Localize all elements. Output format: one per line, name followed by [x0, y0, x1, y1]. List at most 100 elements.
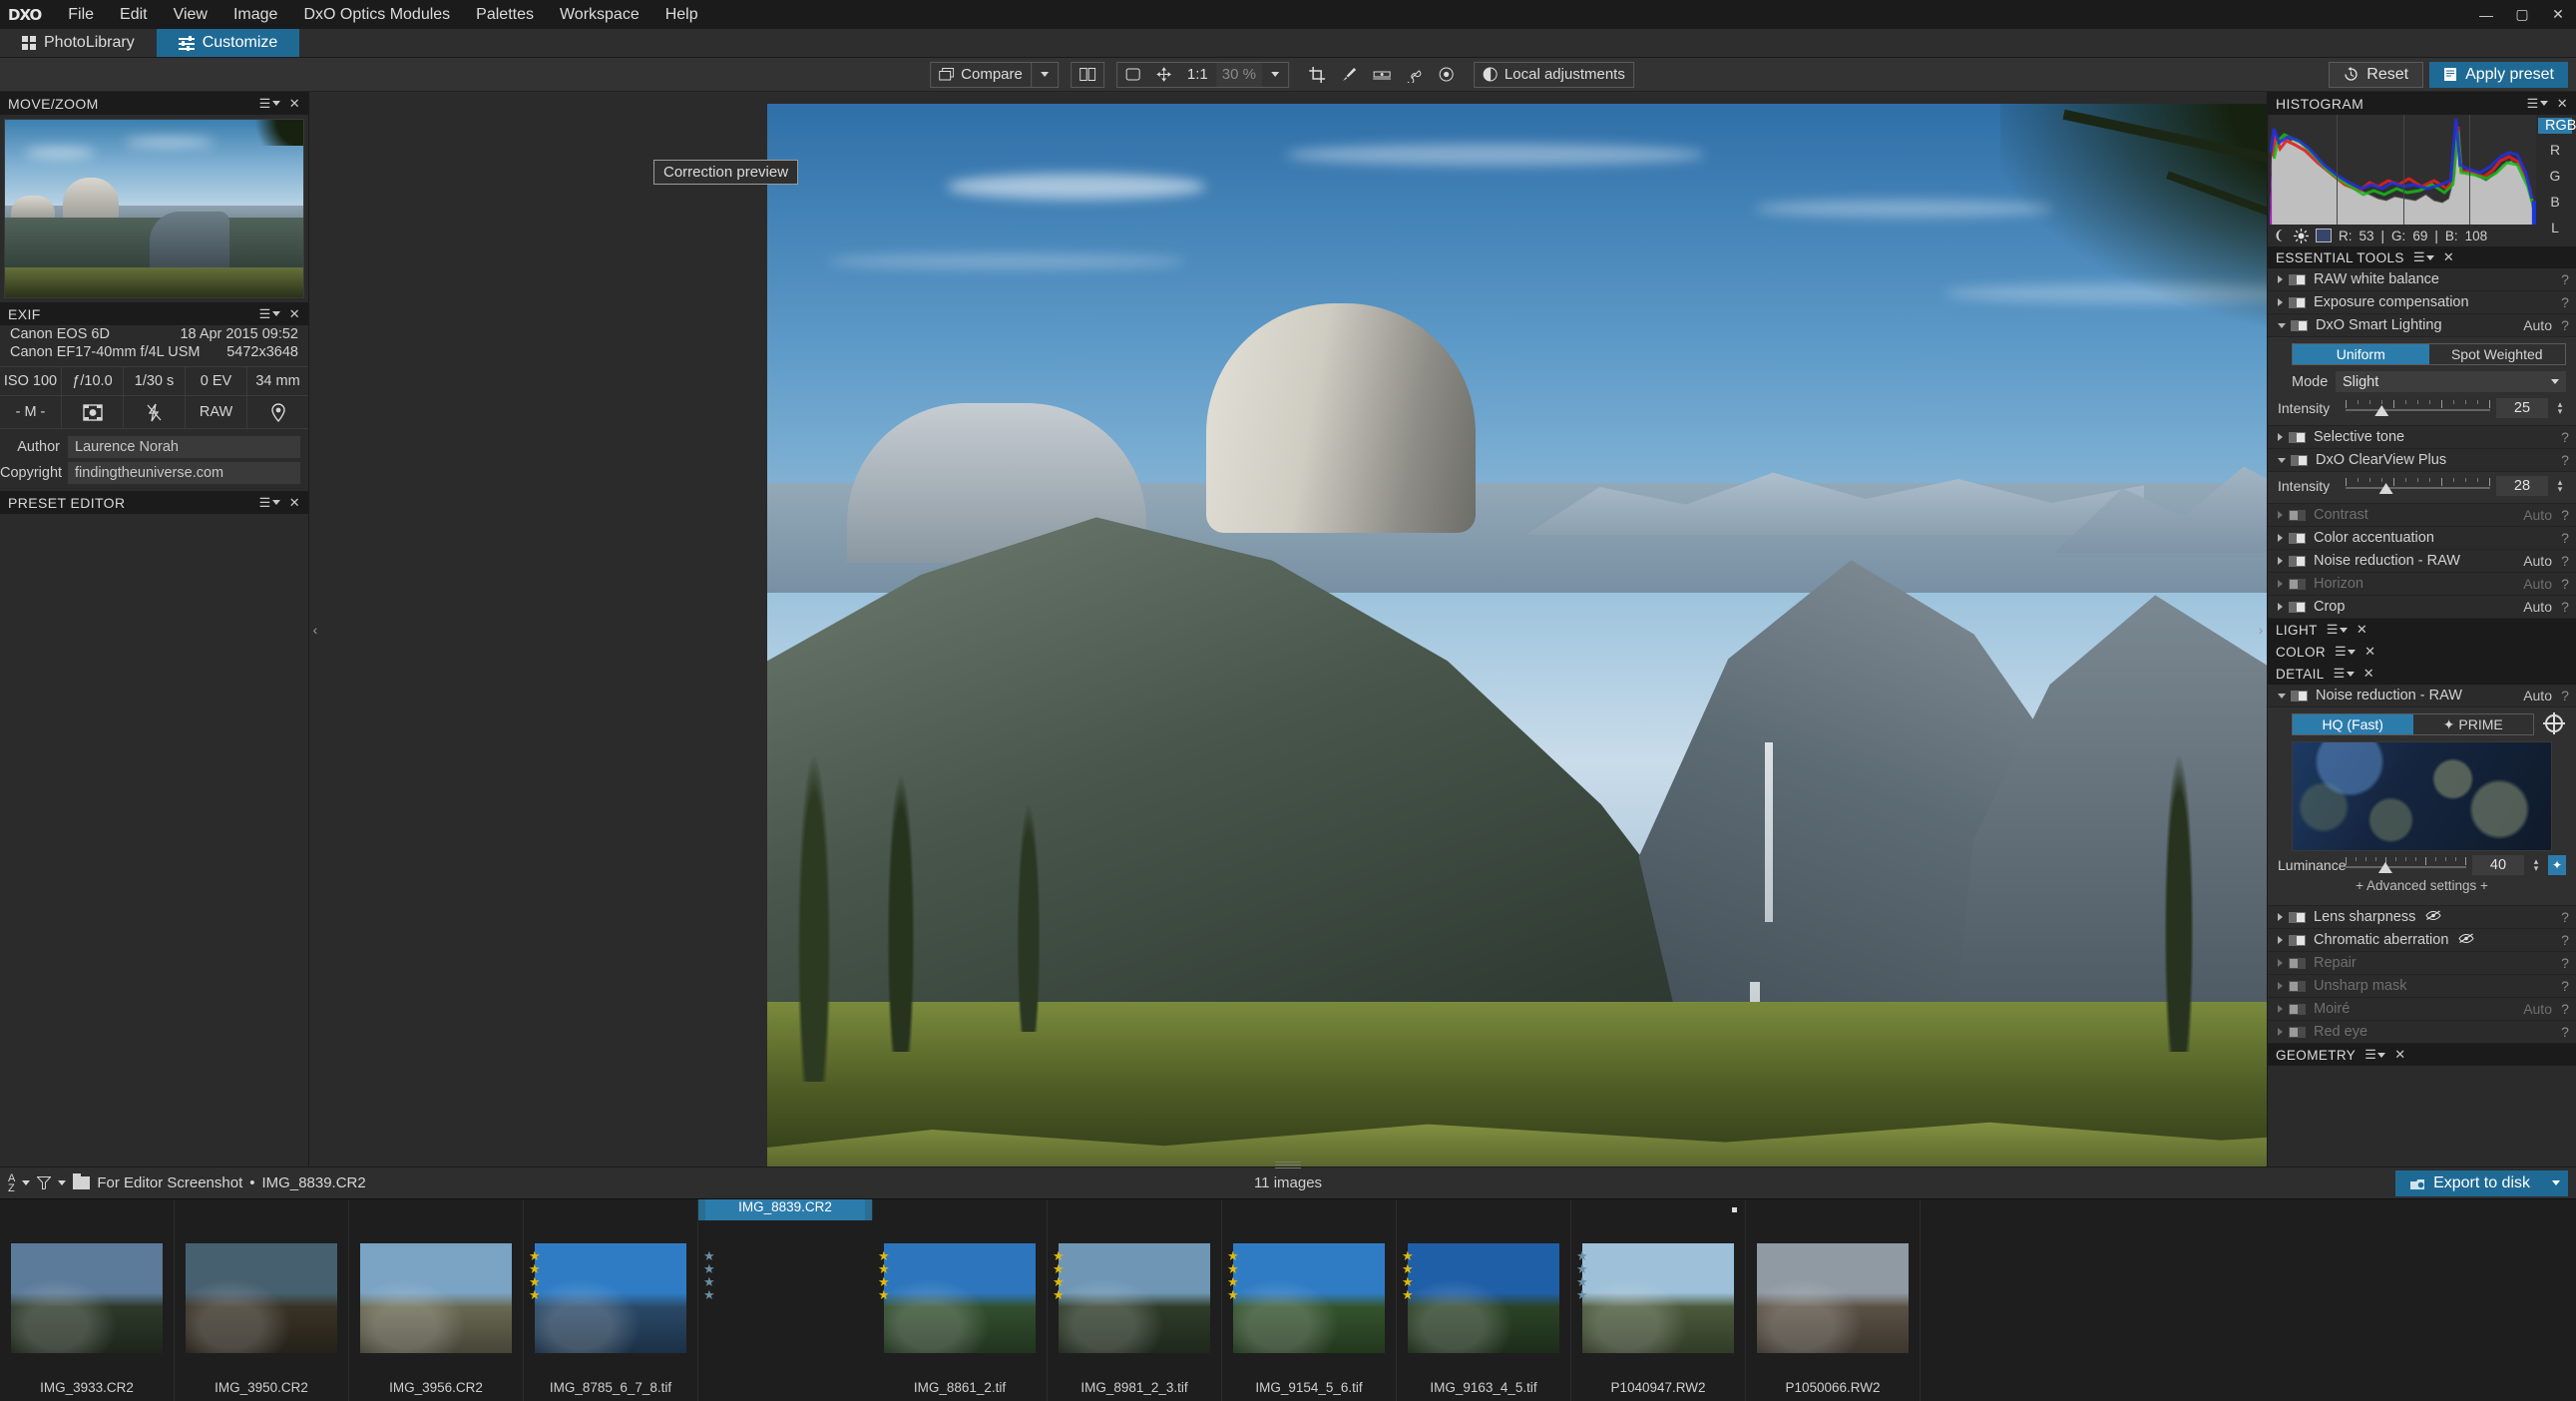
- exif-copyright-value[interactable]: findingtheuniverse.com: [68, 462, 300, 484]
- close-icon[interactable]: ✕: [289, 96, 300, 112]
- tool-lens-sharpness[interactable]: Lens sharpness ?: [2268, 906, 2576, 929]
- tool-crop[interactable]: Crop Auto ?: [2268, 596, 2576, 619]
- thumbnail-star-rating[interactable]: ★★★★: [878, 1249, 890, 1301]
- side-by-side-button[interactable]: [1072, 63, 1103, 87]
- chevron-right-icon[interactable]: [2278, 511, 2283, 519]
- menu-dxo-optics-modules[interactable]: DxO Optics Modules: [290, 0, 463, 29]
- toggle-switch[interactable]: [2289, 958, 2306, 969]
- chevron-right-icon[interactable]: [2278, 603, 2283, 611]
- chevron-right-icon[interactable]: [2278, 580, 2283, 588]
- histogram-channel-g[interactable]: G: [2538, 166, 2572, 186]
- toggle-switch[interactable]: [2289, 533, 2306, 544]
- viewport-canvas[interactable]: Correction preview ‹ ›: [309, 92, 2267, 1167]
- close-icon[interactable]: ✕: [289, 495, 300, 511]
- tool-chromatic-aberration[interactable]: Chromatic aberration ?: [2268, 929, 2576, 952]
- thumbnail-image[interactable]: [1582, 1243, 1734, 1353]
- repair-tool-button[interactable]: [1399, 63, 1431, 87]
- toggle-switch[interactable]: [2289, 602, 2306, 613]
- toggle-switch[interactable]: [2289, 981, 2306, 992]
- collapse-left-panel-handle[interactable]: ‹: [309, 610, 321, 650]
- star-icon[interactable]: ★: [703, 1288, 715, 1301]
- filmstrip-thumbnail[interactable]: ★★★★IMG_9163_4_5.tif: [1397, 1199, 1571, 1401]
- intensity-slider[interactable]: [2346, 398, 2490, 418]
- chevron-right-icon[interactable]: [2278, 298, 2283, 306]
- local-adjustments-button[interactable]: Local adjustments: [1475, 63, 1633, 87]
- filmstrip-thumbnail[interactable]: P1050066.RW2: [1746, 1199, 1921, 1401]
- palette-menu-icon[interactable]: ☰: [2527, 96, 2548, 112]
- filmstrip-thumbnail[interactable]: ★★★★P1040947.RW2: [1571, 1199, 1746, 1401]
- luminance-value[interactable]: 40: [2472, 855, 2524, 875]
- auto-badge[interactable]: Auto: [2523, 599, 2552, 615]
- chevron-down-icon[interactable]: [22, 1180, 30, 1185]
- filmstrip[interactable]: IMG_3933.CR2IMG_3950.CR2IMG_3956.CR2★★★★…: [0, 1198, 2576, 1401]
- chevron-right-icon[interactable]: [2278, 1005, 2283, 1013]
- close-icon[interactable]: ✕: [2364, 644, 2375, 660]
- collapse-right-panel-handle[interactable]: ›: [2255, 610, 2267, 650]
- chevron-down-icon[interactable]: [58, 1180, 66, 1185]
- help-icon[interactable]: ?: [2561, 452, 2569, 468]
- star-icon[interactable]: ★: [529, 1288, 541, 1301]
- toggle-switch[interactable]: [2291, 455, 2308, 466]
- help-icon[interactable]: ?: [2561, 317, 2569, 333]
- thumbnail-star-rating[interactable]: ★★★★: [1053, 1249, 1065, 1301]
- export-dropdown-button[interactable]: [2544, 1170, 2568, 1196]
- fit-to-screen-button[interactable]: [1117, 63, 1148, 87]
- tool-selective-tone[interactable]: Selective tone ?: [2268, 426, 2576, 449]
- thumbnail-image[interactable]: [360, 1243, 512, 1353]
- chevron-down-icon[interactable]: [2278, 323, 2286, 328]
- luminance-slider[interactable]: [2346, 855, 2466, 875]
- toggle-switch[interactable]: [2289, 1027, 2306, 1038]
- help-icon[interactable]: ?: [2561, 909, 2569, 925]
- toggle-switch[interactable]: [2289, 935, 2306, 946]
- tool-contrast[interactable]: Contrast Auto ?: [2268, 504, 2576, 527]
- segment-hq-fast[interactable]: HQ (Fast): [2293, 714, 2413, 734]
- help-icon[interactable]: ?: [2561, 955, 2569, 971]
- star-icon[interactable]: ★: [1227, 1288, 1239, 1301]
- segment-uniform[interactable]: Uniform: [2293, 344, 2429, 364]
- stepper-icon[interactable]: ▴▾: [2554, 479, 2566, 493]
- filmstrip-thumbnail[interactable]: ★★★★IMG_8785_6_7_8.tif: [524, 1199, 698, 1401]
- stepper-icon[interactable]: ▴▾: [2554, 401, 2566, 415]
- help-icon[interactable]: ?: [2561, 1001, 2569, 1017]
- help-icon[interactable]: ?: [2561, 294, 2569, 310]
- help-icon[interactable]: ?: [2561, 530, 2569, 546]
- intensity-value[interactable]: 25: [2496, 398, 2548, 418]
- tool-moire[interactable]: Moiré Auto ?: [2268, 998, 2576, 1021]
- maximize-button[interactable]: ▢: [2504, 0, 2540, 29]
- chevron-right-icon[interactable]: [2278, 433, 2283, 441]
- tab-customize[interactable]: Customize: [157, 29, 300, 57]
- geometry-section-header[interactable]: GEOMETRY ☰ ✕: [2268, 1044, 2576, 1066]
- thumbnail-star-rating[interactable]: ★★★★: [1227, 1249, 1239, 1301]
- segment-prime[interactable]: ✦ PRIME: [2413, 714, 2534, 734]
- noise-reduction-preview[interactable]: [2292, 741, 2552, 851]
- auto-badge[interactable]: Auto: [2523, 507, 2552, 523]
- toggle-switch[interactable]: [2291, 320, 2308, 331]
- close-icon[interactable]: ✕: [2557, 96, 2568, 112]
- focus-target-button[interactable]: [2542, 714, 2566, 732]
- help-icon[interactable]: ?: [2561, 576, 2569, 592]
- auto-badge[interactable]: Auto: [2523, 688, 2552, 703]
- filmstrip-thumbnail[interactable]: ★★★★IMG_8981_2_3.tif: [1048, 1199, 1222, 1401]
- thumbnail-star-rating[interactable]: ★★★★: [529, 1249, 541, 1301]
- thumbnail-image[interactable]: [535, 1243, 686, 1353]
- export-to-disk-button[interactable]: Export to disk: [2395, 1170, 2544, 1196]
- thumbnail-image[interactable]: [186, 1243, 337, 1353]
- toggle-switch[interactable]: [2289, 297, 2306, 308]
- intensity-slider[interactable]: [2346, 476, 2490, 496]
- histogram-widget[interactable]: RGB R G B L: [2270, 115, 2574, 225]
- palette-menu-icon[interactable]: ☰: [2327, 622, 2348, 638]
- horizon-tool-button[interactable]: [1365, 63, 1399, 87]
- star-icon[interactable]: ★: [1053, 1288, 1065, 1301]
- exif-author-value[interactable]: Laurence Norah: [68, 436, 300, 458]
- close-icon[interactable]: ✕: [2443, 249, 2454, 265]
- tool-noise-reduction-raw-detail[interactable]: Noise reduction - RAW Auto ?: [2268, 685, 2576, 707]
- filmstrip-thumbnail[interactable]: IMG_3950.CR2: [175, 1199, 349, 1401]
- thumbnail-star-rating[interactable]: ★★★★: [1576, 1249, 1588, 1301]
- compare-button[interactable]: Compare: [931, 63, 1031, 87]
- tool-exposure-compensation[interactable]: Exposure compensation ?: [2268, 291, 2576, 314]
- thumbnail-image[interactable]: [11, 1243, 163, 1353]
- chevron-right-icon[interactable]: [2278, 982, 2283, 990]
- help-icon[interactable]: ?: [2561, 553, 2569, 569]
- thumbnail-star-rating[interactable]: ★★★★: [1402, 1249, 1414, 1301]
- chevron-right-icon[interactable]: [2278, 275, 2283, 283]
